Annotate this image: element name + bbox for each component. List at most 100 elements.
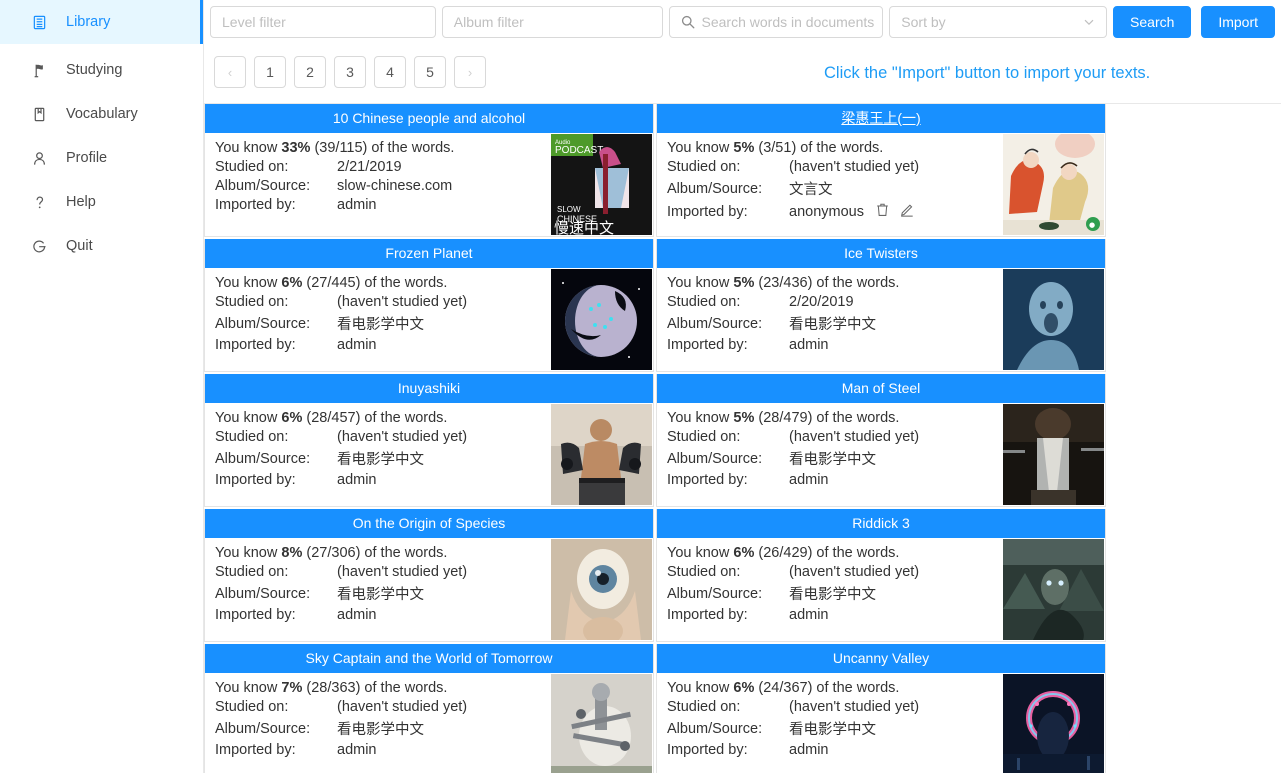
album-source-label: Album/Source: [215, 178, 311, 194]
album-source-label: Album/Source: [215, 720, 311, 737]
card-studied-value: (haven't studied yet) [789, 159, 920, 175]
card-info: You know 5% (3/51) of the words. Studied … [657, 133, 1003, 236]
card-studied-row: Studied on: (haven't studied yet) [215, 699, 551, 715]
card-percent: 5% [733, 140, 755, 156]
card-actions[interactable] [876, 202, 914, 221]
studied-on-label: Studied on: [667, 429, 741, 445]
sort-by-text: Sort by [901, 14, 946, 30]
card-imported-value: admin [789, 337, 829, 353]
sidebar-item-label: Help [66, 193, 96, 210]
book-icon [32, 106, 52, 122]
imported-by-label: Imported by: [667, 607, 748, 623]
card-album-row: Album/Source: 看电影学中文 [215, 718, 551, 739]
card-studied-row: Studied on: (haven't studied yet) [215, 564, 551, 580]
know-prefix-label: You know [667, 275, 734, 291]
card-imported-value: admin [789, 607, 829, 623]
power-icon [32, 238, 52, 254]
import-button[interactable]: Import [1201, 6, 1275, 38]
imported-by-label: Imported by: [667, 337, 748, 353]
text-card[interactable]: Riddick 3 You know 6% (26/429) of the wor… [656, 509, 1106, 642]
user-icon [32, 150, 52, 166]
know-prefix-label: You know [215, 410, 282, 426]
card-info: You know 8% (27/306) of the words. Studie… [205, 538, 551, 641]
card-imported-row: Imported by: admin [215, 197, 551, 213]
card-known-words: You know 8% (27/306) of the words. [215, 545, 551, 561]
imported-by-label: Imported by: [215, 742, 296, 758]
sidebar-item-help[interactable]: Help [0, 180, 203, 224]
know-prefix-label: You know [215, 140, 282, 156]
sidebar-item-profile[interactable]: Profile [0, 136, 203, 180]
text-card[interactable]: Uncanny Valley You know 6% (24/367) of th… [656, 644, 1106, 773]
level-filter-input[interactable]: Level filter [210, 6, 436, 38]
album-filter-input[interactable]: Album filter [441, 6, 663, 38]
pagination-page-1[interactable]: 1 [254, 56, 286, 88]
card-header: 10 Chinese people and alcohol [205, 104, 653, 133]
text-card[interactable]: Sky Captain and the World of Tomorrow You… [204, 644, 654, 773]
card-imported-value: admin [789, 472, 829, 488]
card-percent: 6% [733, 680, 755, 696]
pagination-next[interactable]: › [454, 56, 486, 88]
sidebar-item-library[interactable]: Library [0, 0, 203, 44]
know-suffix-label: of the words. [812, 410, 900, 426]
card-fraction: (27/445) [306, 275, 361, 291]
know-prefix-label: You know [215, 680, 282, 696]
card-studied-row: Studied on: 2/20/2019 [667, 294, 1003, 310]
card-fraction: (24/367) [758, 680, 813, 696]
text-card[interactable]: 10 Chinese people and alcohol You know 33… [204, 104, 654, 237]
card-imported-row: Imported by: anonymous [667, 202, 1003, 221]
card-title-text: On the Origin of Species [352, 515, 506, 531]
svg-text:SLOW: SLOW [557, 205, 581, 214]
text-card[interactable]: Inuyashiki You know 6% (28/457) of the wo… [204, 374, 654, 507]
card-thumbnail [1003, 674, 1104, 773]
card-title-link[interactable]: 梁惠王上(一) [841, 110, 920, 126]
card-body: You know 5% (23/436) of the words. Studie… [657, 268, 1105, 371]
pagination-page-4[interactable]: 4 [374, 56, 406, 88]
studied-on-label: Studied on: [667, 564, 741, 580]
search-input-text: Search words in documents [701, 14, 875, 30]
text-card[interactable]: On the Origin of Species You know 8% (27/… [204, 509, 654, 642]
card-known-words: You know 6% (26/429) of the words. [667, 545, 1003, 561]
card-info: You know 6% (28/457) of the words. Studie… [205, 403, 551, 506]
sidebar-item-vocabulary[interactable]: Vocabulary [0, 92, 203, 136]
search-input[interactable]: Search words in documents [668, 6, 884, 38]
search-button[interactable]: Search [1113, 6, 1192, 38]
card-thumbnail: ● [1003, 134, 1104, 235]
imported-by-label: Imported by: [667, 742, 748, 758]
card-album-value: 看电影学中文 [789, 587, 876, 603]
delete-icon[interactable] [876, 202, 889, 221]
sort-by-select[interactable]: Sort by [889, 6, 1108, 38]
card-known-words: You know 7% (28/363) of the words. [215, 680, 551, 696]
card-thumbnail [1003, 404, 1104, 505]
card-title-text: Ice Twisters [844, 245, 918, 261]
studied-on-label: Studied on: [667, 699, 741, 715]
sidebar-item-label: Quit [66, 237, 93, 254]
card-imported-row: Imported by: admin [215, 337, 551, 353]
edit-icon[interactable] [900, 202, 914, 221]
card-album-row: Album/Source: 文言文 [667, 178, 1003, 199]
pagination-page-3[interactable]: 3 [334, 56, 366, 88]
text-card[interactable]: 梁惠王上(一) You know 5% (3/51) of the words. S… [656, 104, 1106, 237]
sidebar-item-studying[interactable]: Studying [0, 48, 203, 92]
album-filter-text: Album filter [453, 14, 524, 30]
card-title-text: Man of Steel [841, 380, 921, 396]
pagination-prev[interactable]: ‹ [214, 56, 246, 88]
sidebar-item-quit[interactable]: Quit [0, 224, 203, 268]
card-studied-value: (haven't studied yet) [337, 294, 468, 310]
card-info: You know 6% (27/445) of the words. Studie… [205, 268, 551, 371]
studied-on-label: Studied on: [215, 699, 289, 715]
svg-text:慢速中文: 慢速中文 [554, 219, 614, 235]
know-suffix-label: of the words. [360, 680, 448, 696]
sidebar-item-label: Library [66, 13, 111, 30]
know-prefix-label: You know [667, 410, 734, 426]
card-body: You know 6% (27/445) of the words. Studie… [205, 268, 653, 371]
pagination-page-5[interactable]: 5 [414, 56, 446, 88]
text-card[interactable]: Man of Steel You know 5% (28/479) of the … [656, 374, 1106, 507]
album-source-label: Album/Source: [215, 585, 311, 602]
pagination-page-2[interactable]: 2 [294, 56, 326, 88]
search-icon [681, 15, 695, 29]
text-card[interactable]: Frozen Planet You know 6% (27/445) of the… [204, 239, 654, 372]
text-card[interactable]: Ice Twisters You know 5% (23/436) of the … [656, 239, 1106, 372]
card-body: You know 5% (28/479) of the words. Studie… [657, 403, 1105, 506]
know-suffix-label: of the words. [360, 410, 448, 426]
card-album-row: Album/Source: 看电影学中文 [667, 448, 1003, 469]
